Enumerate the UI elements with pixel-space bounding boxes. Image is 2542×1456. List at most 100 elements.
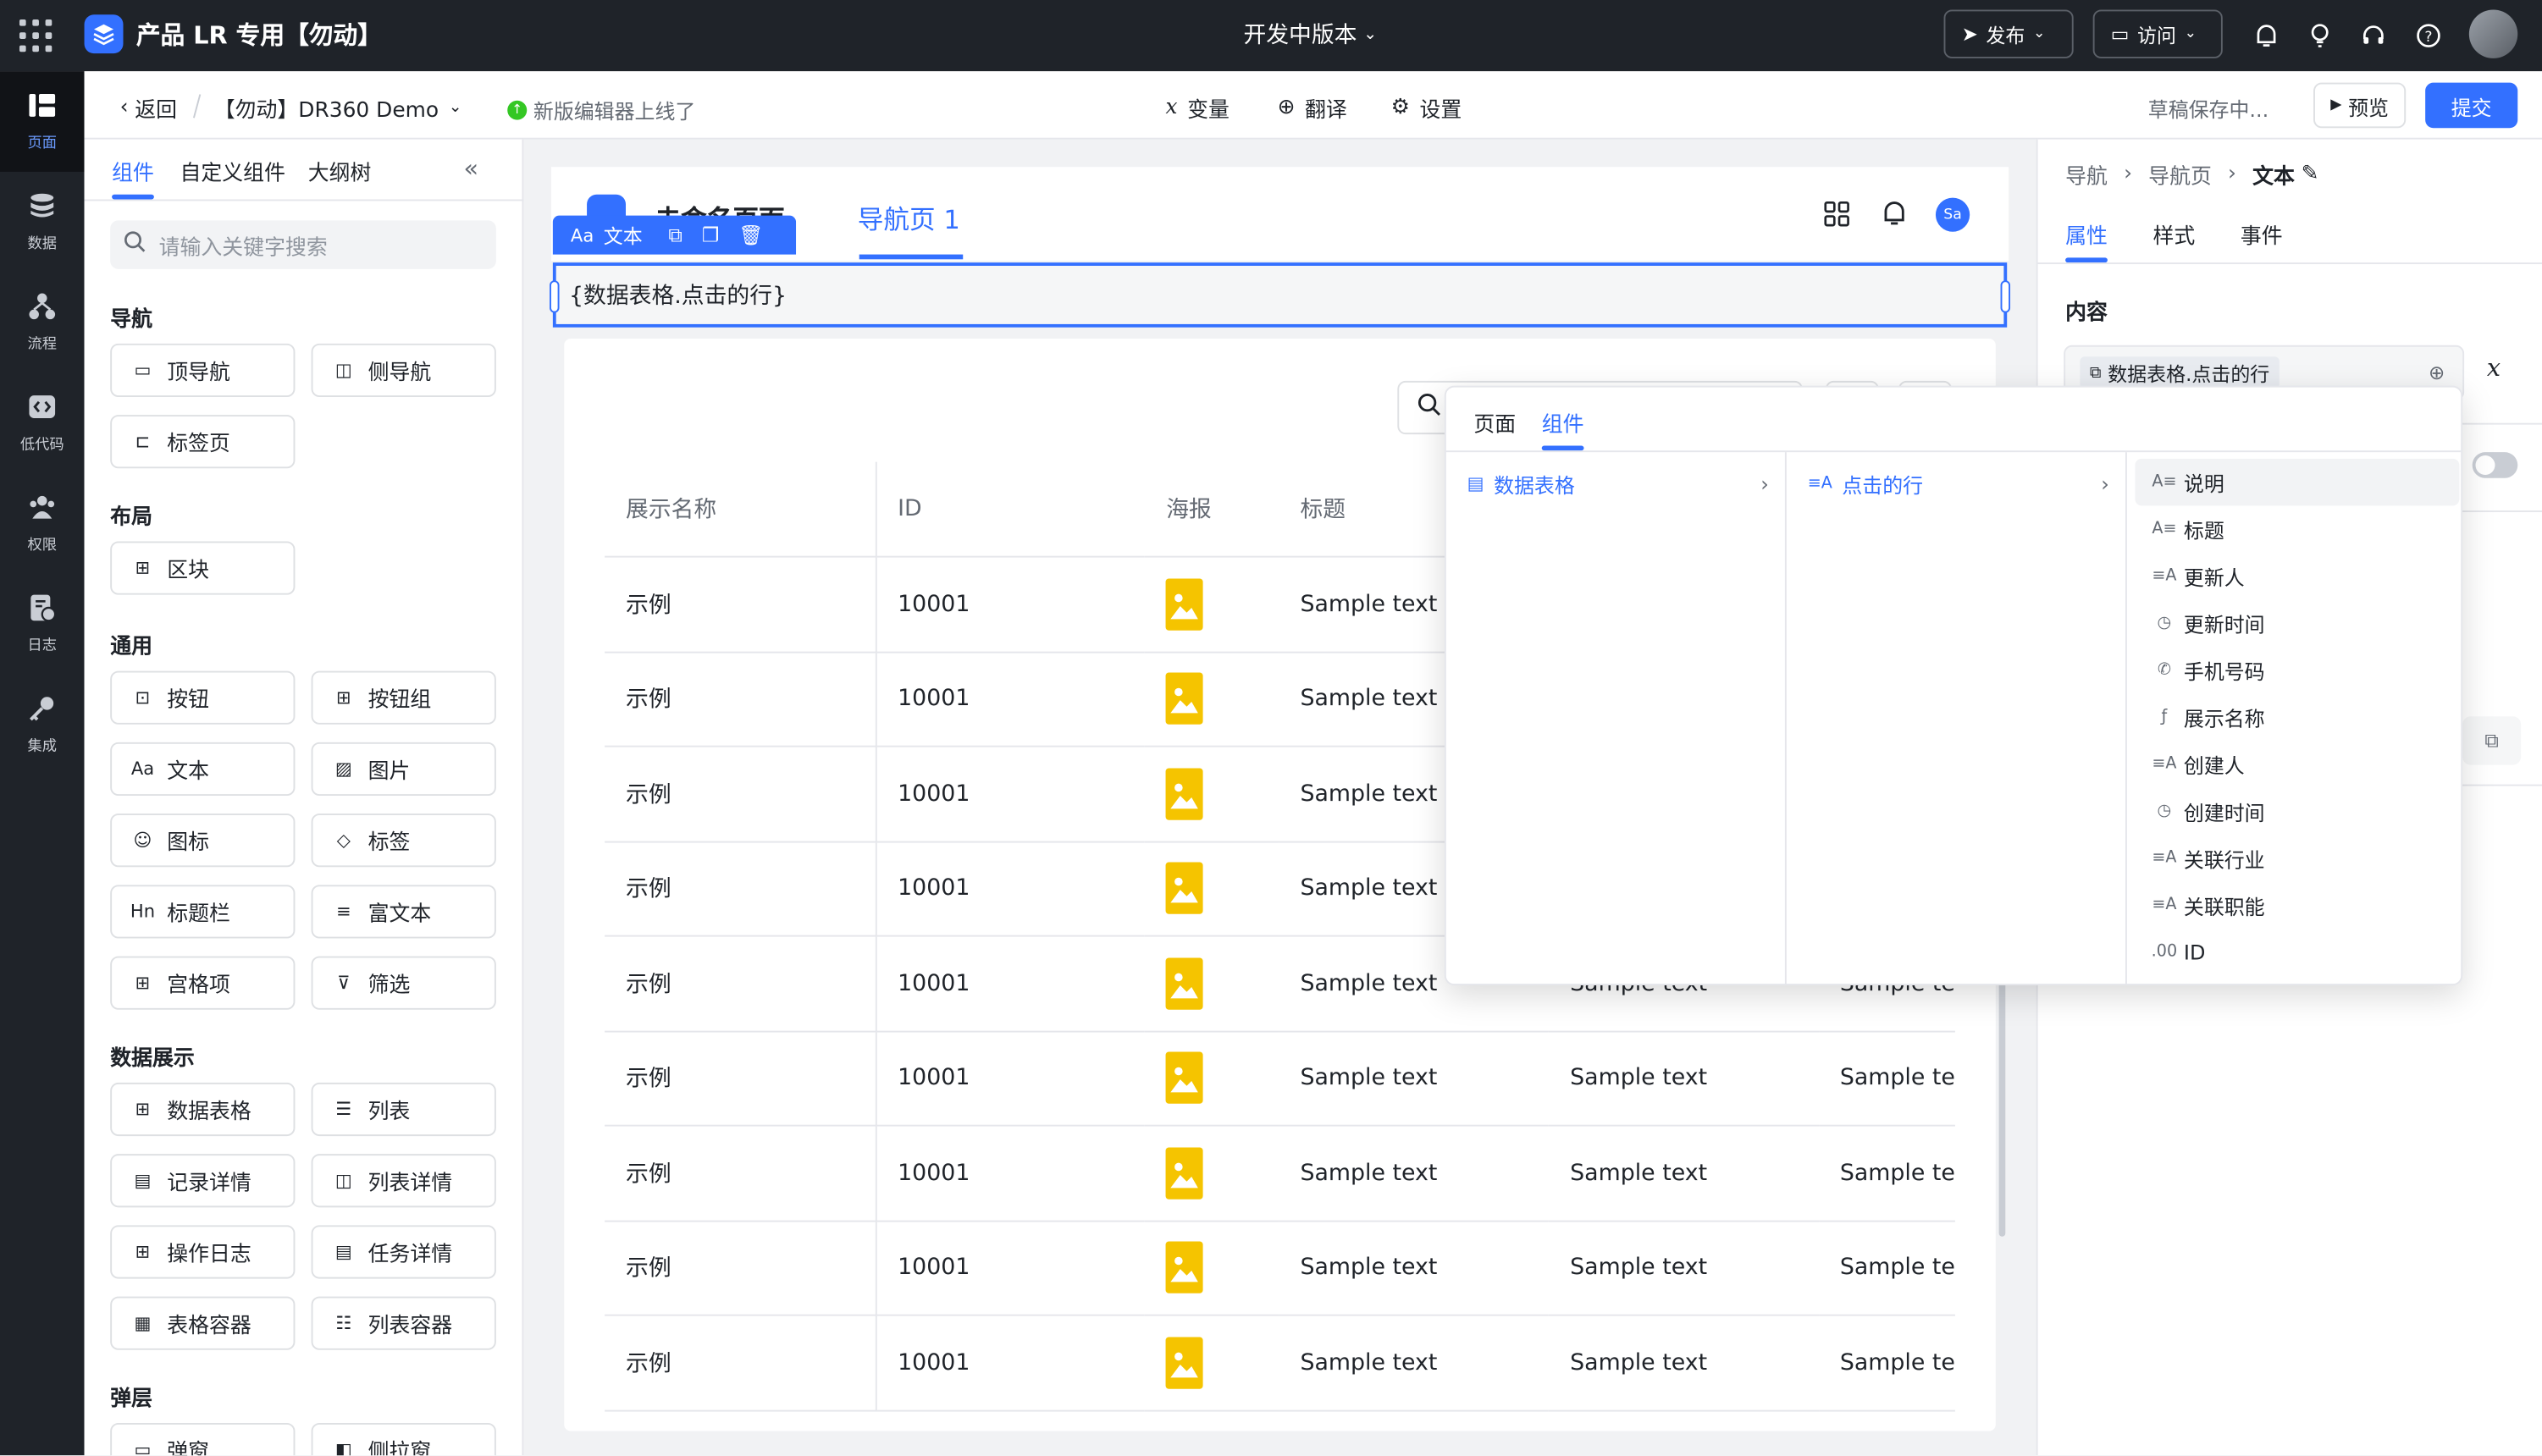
globe-icon[interactable]: ⊕ xyxy=(2429,361,2445,384)
table-row[interactable]: 示例10001Sample textSample textSample te xyxy=(605,1315,1955,1411)
tab-components[interactable]: 组件 xyxy=(112,156,154,186)
rail-item-key[interactable]: 集成 xyxy=(0,674,85,775)
image-placeholder-icon xyxy=(1166,957,1204,1010)
field-option[interactable]: ✆ 手机号码 xyxy=(2135,647,2459,694)
component-label: 记录详情 xyxy=(167,1172,251,1196)
component-list[interactable]: ☰ 列表 xyxy=(311,1082,496,1137)
back-button[interactable]: ‹ 返回 xyxy=(120,92,177,124)
table-row[interactable]: 示例10001Sample textSample textSample te xyxy=(605,1220,1955,1316)
rail-item-database[interactable]: 数据 xyxy=(0,172,85,273)
component-table-container[interactable]: ▦ 表格容器 xyxy=(110,1296,296,1350)
resize-handle-left[interactable] xyxy=(550,280,560,313)
edit-icon[interactable]: ✎ xyxy=(2302,162,2319,186)
toggle-switch[interactable] xyxy=(2472,452,2518,478)
tab-custom-components[interactable]: 自定义组件 xyxy=(180,156,285,186)
field-option[interactable]: ≡A 更新人 xyxy=(2135,553,2459,600)
component-search[interactable]: 请输入关键字搜索 xyxy=(110,220,496,269)
version-selector[interactable]: 开发中版本 ⌄ xyxy=(1243,18,1377,50)
component-grid-block[interactable]: ⊞ 区块 xyxy=(110,541,296,595)
tab-component[interactable]: 组件 xyxy=(1542,407,1584,438)
component-log-table[interactable]: ⊞ 操作日志 xyxy=(110,1225,296,1279)
resize-handle-right[interactable] xyxy=(2000,280,2011,313)
bell-icon[interactable] xyxy=(1881,199,1909,233)
text-type-icon: Aa xyxy=(570,224,594,246)
component-record[interactable]: ▤ 记录详情 xyxy=(110,1154,296,1208)
component-filter[interactable]: ⊽ 筛选 xyxy=(311,956,496,1010)
component-folder-tab[interactable]: ⊏ 标签页 xyxy=(110,415,296,469)
help-icon[interactable]: ? xyxy=(2412,19,2445,52)
table-row[interactable]: 示例10001Sample textSample textSample te xyxy=(605,1030,1955,1127)
component-tag[interactable]: ◇ 标签 xyxy=(311,813,496,868)
field-option[interactable]: ◷ 更新时间 xyxy=(2135,599,2459,647)
component-rich-text[interactable]: ≡ 富文本 xyxy=(311,885,496,939)
collapse-icon[interactable]: « xyxy=(464,154,479,183)
canvas-scrollbar[interactable] xyxy=(1998,977,2006,1237)
component-table[interactable]: ⊞ 数据表格 xyxy=(110,1082,296,1137)
bell-icon[interactable] xyxy=(2250,19,2282,52)
tab-page[interactable]: 页面 xyxy=(1473,407,1516,438)
user-avatar[interactable] xyxy=(2468,9,2518,58)
headset-icon[interactable] xyxy=(2357,19,2390,52)
copy-icon[interactable]: ⧉ xyxy=(2462,716,2522,765)
component-button[interactable]: ⊡ 按钮 xyxy=(110,670,296,725)
tab-events[interactable]: 事件 xyxy=(2241,218,2283,250)
delete-icon[interactable]: 🗑︎ xyxy=(738,223,763,246)
publish-button[interactable]: ➤ 发布 ⌄ xyxy=(1943,9,2074,58)
variable-icon[interactable]: 𝑥 xyxy=(2487,353,2501,382)
translate-button[interactable]: ⊕ 翻译 xyxy=(1278,92,1347,124)
field-option[interactable]: A≡ 说明 xyxy=(2135,458,2460,506)
field-option[interactable]: .00 ID xyxy=(2135,929,2459,976)
component-side-nav[interactable]: ◫ 侧导航 xyxy=(311,343,496,398)
tab-outline-tree[interactable]: 大纲树 xyxy=(308,156,372,186)
visit-button[interactable]: ▭ 访问 ⌄ xyxy=(2092,9,2223,58)
breadcrumb-item-nav-page[interactable]: 导航页 xyxy=(2148,159,2212,190)
component-button-group[interactable]: ⊞ 按钮组 xyxy=(311,670,496,725)
copy-icon[interactable]: ⧉ xyxy=(668,223,682,247)
selected-text-component[interactable]: {数据表格.点击的行} xyxy=(550,262,2011,328)
field-option[interactable]: ≡A 创建人 xyxy=(2135,741,2459,788)
tab-styles[interactable]: 样式 xyxy=(2153,218,2196,250)
rail-item-log[interactable]: 日志 xyxy=(0,574,85,675)
settings-button[interactable]: ⚙ 设置 xyxy=(1391,92,1462,124)
field-option[interactable]: ƒ 展示名称 xyxy=(2135,693,2459,741)
component-task[interactable]: ▤ 任务详情 xyxy=(311,1225,496,1279)
page-selector[interactable]: 【勿动】DR360 Demo ⌄ xyxy=(214,92,462,124)
field-option[interactable]: A≡ 标题 xyxy=(2135,505,2459,553)
preview-button[interactable]: ▶ 预览 xyxy=(2313,82,2407,129)
dropdown-item-data-table[interactable]: ▤ 数据表格 › xyxy=(1467,466,1769,499)
component-smile[interactable]: ☺ 图标 xyxy=(110,813,296,868)
lightbulb-icon[interactable] xyxy=(2304,19,2336,52)
component-heading[interactable]: Hn 标题栏 xyxy=(110,885,296,939)
component-list-detail[interactable]: ◫ 列表详情 xyxy=(311,1154,496,1208)
component-text[interactable]: Aa 文本 xyxy=(110,742,296,797)
table-cell: Sample te xyxy=(1818,1220,1955,1316)
breadcrumb-item-nav[interactable]: 导航 xyxy=(2065,159,2108,190)
component-grid-item[interactable]: ⊞ 宫格项 xyxy=(110,956,296,1010)
rail-item-page[interactable]: 页面 xyxy=(0,71,85,172)
editor-notice[interactable]: ↑ 新版编辑器上线了 xyxy=(507,94,695,124)
component-image[interactable]: ▨ 图片 xyxy=(311,742,496,797)
avatar[interactable]: Sa xyxy=(1935,197,1970,232)
variables-button[interactable]: 𝑥 变量 xyxy=(1166,92,1230,124)
rail-item-users[interactable]: 权限 xyxy=(0,473,85,574)
field-option[interactable]: ≡A 关联职能 xyxy=(2135,882,2459,929)
grid-icon[interactable] xyxy=(1824,201,1850,233)
binding-chip[interactable]: ⧉ 数据表格.点击的行 xyxy=(2080,356,2280,389)
table-icon: ▤ xyxy=(1467,472,1484,494)
component-modal[interactable]: ▭ 弹窗 xyxy=(110,1422,296,1456)
component-drawer[interactable]: ◧ 侧拉窗 xyxy=(311,1422,496,1456)
field-option[interactable]: ≡A 关联行业 xyxy=(2135,835,2459,882)
tab-properties[interactable]: 属性 xyxy=(2065,218,2108,250)
rail-item-code[interactable]: 低代码 xyxy=(0,372,85,473)
component-list-container[interactable]: ☷ 列表容器 xyxy=(311,1296,496,1350)
dropdown-item-clicked-row[interactable]: ≡A 点击的行 › xyxy=(1808,466,2109,499)
field-option[interactable]: ◷ 创建时间 xyxy=(2135,787,2459,835)
nav-tab-1[interactable]: 导航页 1 xyxy=(858,198,960,237)
submit-button[interactable]: 提交 xyxy=(2425,82,2518,129)
database-icon xyxy=(28,191,57,225)
table-row[interactable]: 示例10001Sample textSample textSample te xyxy=(605,1125,1955,1222)
app-grid-icon[interactable] xyxy=(19,19,52,52)
component-top-nav[interactable]: ▭ 顶导航 xyxy=(110,343,296,398)
rail-item-flow[interactable]: 流程 xyxy=(0,273,85,373)
duplicate-icon[interactable]: ❐ xyxy=(702,223,720,246)
